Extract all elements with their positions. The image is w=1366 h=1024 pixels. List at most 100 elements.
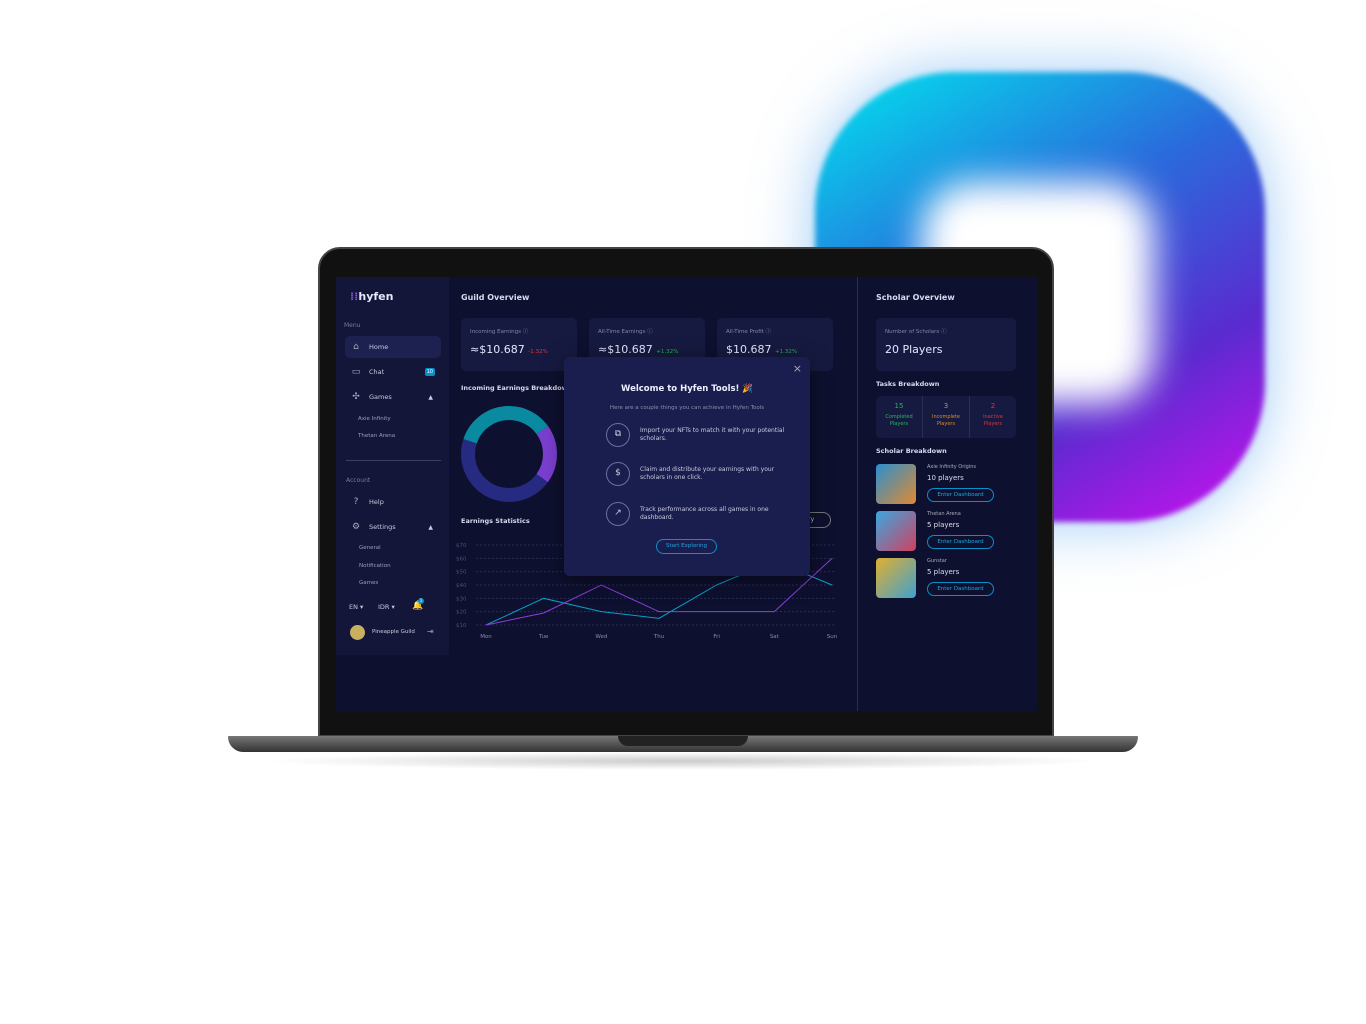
enter-dashboard-button[interactable]: Enter Dashboard	[927, 582, 994, 596]
feature-text: Import your NFTs to match it with your p…	[640, 427, 785, 442]
sidebar-sub-thetan[interactable]: Thetan Arena	[358, 433, 395, 439]
sidebar-item-home[interactable]: ⌂ Home	[345, 336, 441, 358]
caret-up-icon: ▲	[428, 393, 433, 401]
avatar[interactable]	[350, 625, 365, 640]
game-players: 5 players	[927, 568, 960, 576]
claim-icon: $	[606, 462, 630, 486]
settings-games[interactable]: Games	[359, 580, 378, 586]
game-thumbnail	[876, 511, 916, 551]
y-tick-label: $50	[456, 570, 467, 576]
card-value: $10.687 +1.32%	[726, 343, 798, 356]
account-label: Account	[346, 477, 371, 484]
sidebar-item-settings[interactable]: ⚙ Settings ▲	[345, 516, 441, 538]
sidebar-item-games[interactable]: ✣ Games ▲	[345, 386, 441, 408]
laptop-shadow	[260, 752, 1106, 770]
gamepad-icon: ✣	[352, 392, 360, 402]
label: Help	[369, 498, 384, 506]
feature-track: ↗ Track performance across all games in o…	[606, 502, 786, 526]
tasks-title: Tasks Breakdown	[876, 380, 940, 388]
caret-up-icon: ▲	[428, 523, 433, 531]
chat-badge: 10	[424, 368, 435, 376]
start-exploring-button[interactable]: Start Exploring	[656, 539, 717, 554]
settings-general[interactable]: General	[359, 545, 381, 551]
y-tick-label: $10	[456, 623, 467, 629]
menu-label: Menu	[344, 322, 361, 329]
notif-badge: 1	[418, 598, 424, 604]
task-count: 3	[943, 402, 949, 410]
scholar-game-item: Axie Infinity Origins 10 players Enter Das…	[876, 464, 1026, 504]
x-tick-label: Tue	[538, 634, 549, 640]
task-label: Completed Players	[885, 414, 913, 427]
card-label: All-Time Profit ⓘ	[726, 329, 772, 335]
card-label: Number of Scholars ⓘ	[885, 329, 947, 335]
scholar-game-item: Gunstar 5 players Enter Dashboard	[876, 558, 1026, 598]
card-label: Incoming Earnings ⓘ	[470, 329, 529, 335]
bell-icon[interactable]: 🔔 1	[412, 598, 424, 611]
logo[interactable]: ⁞⁞hyfen	[350, 290, 393, 303]
close-icon[interactable]: ×	[793, 362, 802, 375]
card-value: ≈$10.687 +1.32%	[598, 343, 679, 356]
enter-dashboard-button[interactable]: Enter Dashboard	[927, 535, 994, 549]
task-stat: 3 Incomplete Players	[922, 396, 969, 438]
task-stat: 2 Inactive Players	[969, 396, 1016, 438]
x-tick-label: Mon	[480, 634, 492, 640]
user-name: Pineapple Guild	[372, 629, 415, 635]
feature-text: Claim and distribute your earnings with …	[640, 466, 775, 481]
party-icon: 🎉	[742, 384, 753, 394]
game-thumbnail	[876, 464, 916, 504]
app-screen: ⁞⁞hyfen Menu ⌂ Home ▭ Chat 10 ✣ Games ▲ Axie …	[336, 277, 1037, 711]
divider	[346, 460, 441, 461]
game-players: 5 players	[927, 521, 960, 529]
game-players: 10 players	[927, 474, 964, 482]
help-icon: ?	[353, 497, 359, 507]
feature-import: ⧉ Import your NFTs to match it with your …	[606, 423, 786, 447]
feature-text: Track performance across all games in on…	[640, 506, 769, 521]
currency-value: IDR	[378, 603, 390, 611]
x-tick-label: Fri	[713, 634, 720, 640]
task-stat: 15 Completed Players	[876, 396, 922, 438]
home-icon: ⌂	[353, 342, 359, 352]
x-tick-label: Wed	[595, 634, 607, 640]
settings-notification[interactable]: Notification	[359, 563, 391, 569]
card-value: 20 Players	[885, 343, 943, 356]
currency-select[interactable]: IDR ▾	[378, 603, 395, 611]
game-name: Axie Infinity Origins	[927, 464, 977, 470]
label: Chat	[369, 368, 385, 376]
sidebar-item-chat[interactable]: ▭ Chat 10	[345, 361, 441, 383]
enter-dashboard-button[interactable]: Enter Dashboard	[927, 488, 994, 502]
welcome-modal: × Welcome to Hyfen Tools! 🎉 Here are a c…	[564, 357, 810, 576]
x-tick-label: Sun	[827, 634, 838, 640]
change: +1.32%	[656, 349, 679, 355]
task-label: Inactive Players	[983, 414, 1003, 427]
earnings-donut	[461, 406, 557, 502]
stat-card-incoming: Incoming Earnings ⓘ ≈$10.687 -1.32%	[461, 318, 577, 371]
laptop-notch	[618, 736, 748, 746]
scholar-game-item: Thetan Arena 5 players Enter Dashboard	[876, 511, 1026, 551]
label: Settings	[369, 523, 396, 531]
chart-up-icon: ↗	[606, 502, 630, 526]
game-name: Gunstar	[927, 558, 947, 564]
gear-icon: ⚙	[351, 522, 361, 532]
page-title: Guild Overview	[461, 293, 530, 302]
change: +1.32%	[775, 349, 798, 355]
scholar-breakdown-title: Scholar Breakdown	[876, 447, 947, 455]
y-tick-label: $60	[456, 556, 467, 562]
modal-title: Welcome to Hyfen Tools! 🎉	[621, 384, 753, 394]
chat-icon: ▭	[351, 367, 361, 377]
task-label: Incomplete Players	[932, 414, 960, 427]
label: Games	[369, 393, 392, 401]
logout-icon[interactable]: ⇥	[427, 627, 434, 636]
scholar-panel: Scholar Overview Number of Scholars ⓘ 20…	[857, 277, 1037, 711]
y-tick-label: $70	[456, 543, 467, 549]
task-count: 2	[990, 402, 996, 410]
sidebar-sub-axie[interactable]: Axie Infinity	[358, 416, 391, 422]
import-icon: ⧉	[606, 423, 630, 447]
tasks-breakdown: 15 Completed Players 3 Incomplete Players 2 I…	[876, 396, 1016, 438]
language-select[interactable]: EN ▾	[349, 603, 363, 611]
change: -1.32%	[528, 349, 548, 355]
y-tick-label: $20	[456, 610, 467, 616]
logo-text: hyfen	[358, 290, 394, 303]
sidebar-item-help[interactable]: ? Help	[345, 491, 441, 513]
game-name: Thetan Arena	[927, 511, 961, 517]
y-tick-label: $40	[456, 583, 467, 589]
